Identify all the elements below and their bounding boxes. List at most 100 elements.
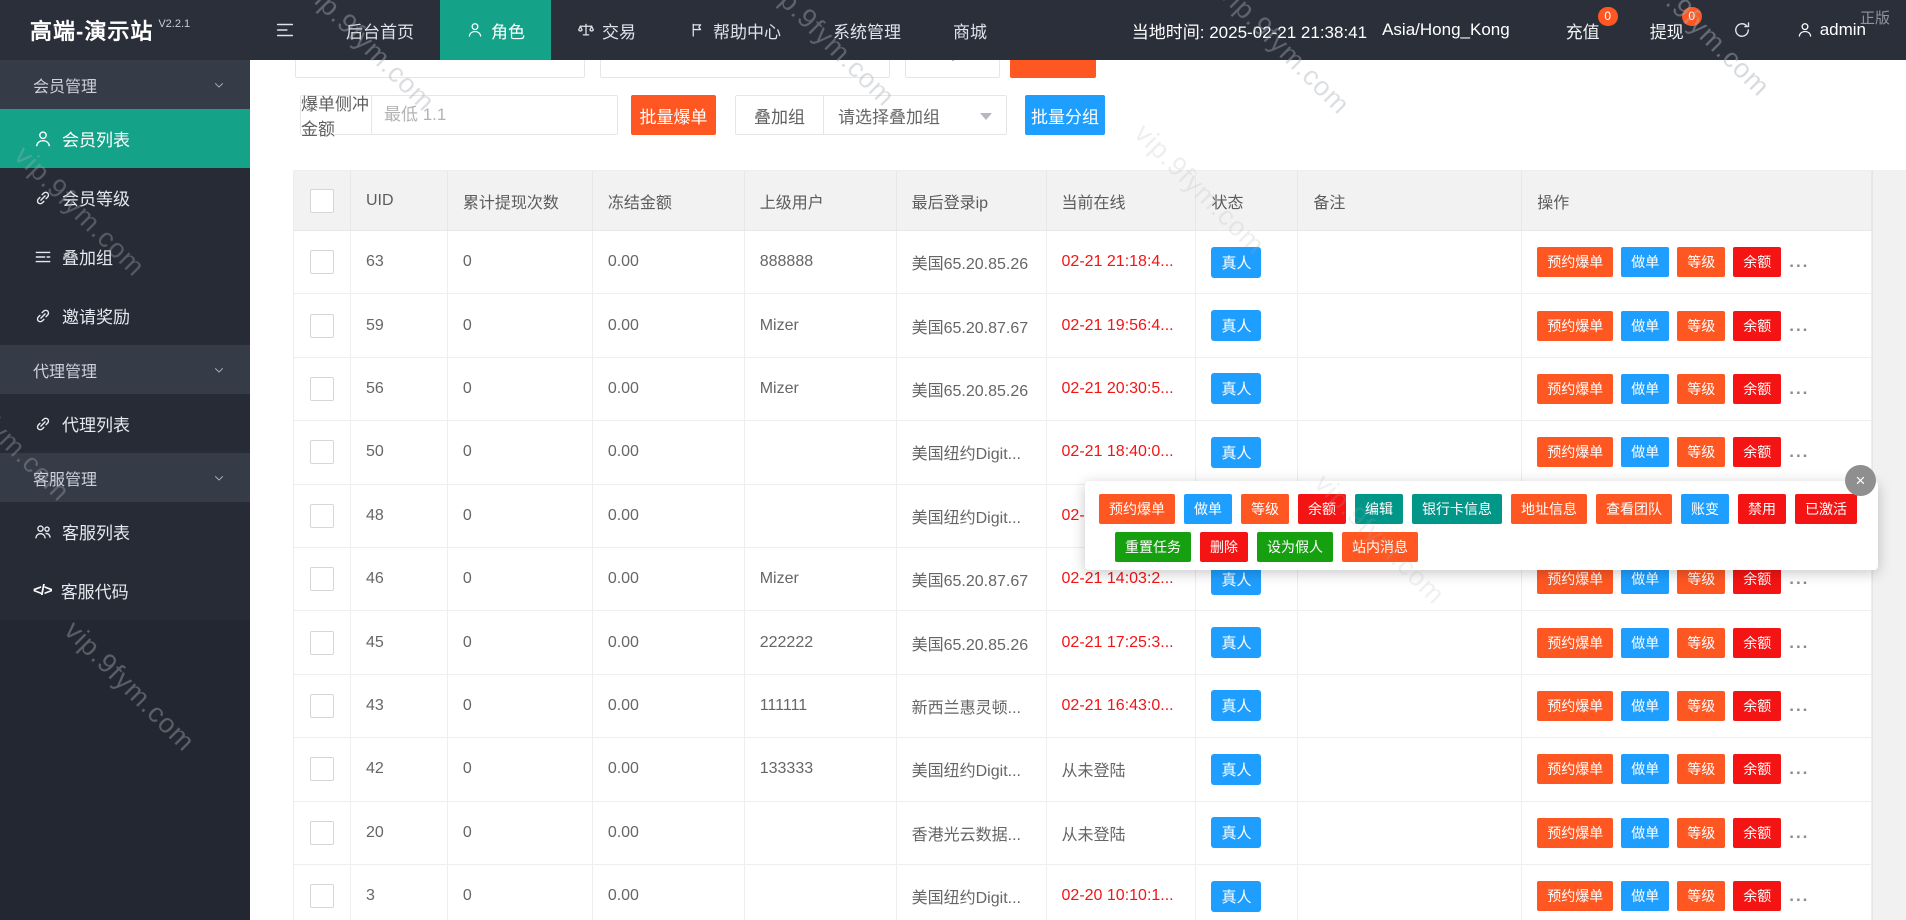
sidebar-item-2[interactable]: 会员等级 bbox=[0, 168, 250, 227]
row-action-button-0[interactable]: 预约爆单 bbox=[1537, 628, 1613, 658]
nav-item-4[interactable]: 系统管理 bbox=[807, 0, 927, 60]
row-action-button-3[interactable]: 余额 bbox=[1733, 818, 1781, 848]
nav-item-2[interactable]: 交易 bbox=[551, 0, 662, 60]
popup-action-button-0-3[interactable]: 余额 bbox=[1298, 494, 1346, 524]
sidebar-group-5[interactable]: 代理管理 bbox=[0, 345, 250, 394]
sidebar-item-9[interactable]: </>客服代码 bbox=[0, 561, 250, 620]
recharge-menu[interactable]: 充值 0 bbox=[1566, 18, 1600, 43]
nav-item-1[interactable]: 角色 bbox=[440, 0, 551, 60]
sidebar-group-7[interactable]: 客服管理 bbox=[0, 453, 250, 502]
row-checkbox[interactable] bbox=[310, 377, 334, 401]
close-icon[interactable]: × bbox=[1845, 465, 1876, 496]
row-checkbox[interactable] bbox=[310, 567, 334, 591]
row-action-button-0[interactable]: 预约爆单 bbox=[1537, 691, 1613, 721]
row-action-button-2[interactable]: 等级 bbox=[1677, 628, 1725, 658]
row-more-actions[interactable]: ... bbox=[1789, 696, 1809, 716]
row-action-button-0[interactable]: 预约爆单 bbox=[1537, 881, 1613, 911]
row-checkbox[interactable] bbox=[310, 504, 334, 528]
row-action-button-2[interactable]: 等级 bbox=[1677, 818, 1725, 848]
sidebar-item-1[interactable]: 会员列表 bbox=[0, 109, 250, 168]
popup-action-button-0-1[interactable]: 做单 bbox=[1184, 494, 1232, 524]
row-action-button-3[interactable]: 余额 bbox=[1733, 437, 1781, 467]
row-action-button-2[interactable]: 等级 bbox=[1677, 754, 1725, 784]
batch-group-button[interactable]: 批量分组 bbox=[1025, 95, 1105, 135]
row-action-button-1[interactable]: 做单 bbox=[1621, 881, 1669, 911]
row-action-button-2[interactable]: 等级 bbox=[1677, 311, 1725, 341]
cell-withdraw_count: 0 bbox=[448, 675, 593, 738]
row-action-button-2[interactable]: 等级 bbox=[1677, 437, 1725, 467]
popup-action-button-1-2[interactable]: 设为假人 bbox=[1257, 532, 1333, 562]
row-checkbox[interactable] bbox=[310, 440, 334, 464]
row-checkbox[interactable] bbox=[310, 314, 334, 338]
row-action-button-3[interactable]: 余额 bbox=[1733, 881, 1781, 911]
row-action-button-1[interactable]: 做单 bbox=[1621, 311, 1669, 341]
row-checkbox[interactable] bbox=[310, 821, 334, 845]
row-action-button-2[interactable]: 等级 bbox=[1677, 374, 1725, 404]
row-action-button-3[interactable]: 余额 bbox=[1733, 628, 1781, 658]
row-more-actions[interactable]: ... bbox=[1789, 823, 1809, 843]
row-action-button-0[interactable]: 预约爆单 bbox=[1537, 374, 1613, 404]
popup-action-button-0-10[interactable]: 已激活 bbox=[1795, 494, 1857, 524]
row-action-button-0[interactable]: 预约爆单 bbox=[1537, 247, 1613, 277]
batch-burst-button[interactable]: 批量爆单 bbox=[631, 95, 716, 135]
row-more-actions[interactable]: ... bbox=[1789, 633, 1809, 653]
user-menu[interactable]: admin bbox=[1796, 20, 1866, 40]
row-action-button-0[interactable]: 预约爆单 bbox=[1537, 754, 1613, 784]
popup-action-button-0-4[interactable]: 编辑 bbox=[1355, 494, 1403, 524]
row-more-actions[interactable]: ... bbox=[1789, 569, 1809, 589]
row-checkbox[interactable] bbox=[310, 884, 334, 908]
row-action-button-1[interactable]: 做单 bbox=[1621, 754, 1669, 784]
row-action-button-1[interactable]: 做单 bbox=[1621, 374, 1669, 404]
sidebar-item-6[interactable]: 代理列表 bbox=[0, 394, 250, 453]
sidebar-toggle-button[interactable] bbox=[250, 0, 320, 60]
stack-group-select[interactable]: 请选择叠加组 bbox=[824, 96, 1006, 134]
popup-action-button-1-3[interactable]: 站内消息 bbox=[1342, 532, 1418, 562]
row-more-actions[interactable]: ... bbox=[1789, 442, 1809, 462]
refresh-button[interactable] bbox=[1732, 20, 1752, 40]
popup-action-button-0-7[interactable]: 查看团队 bbox=[1596, 494, 1672, 524]
nav-item-3[interactable]: 帮助中心 bbox=[662, 0, 807, 60]
burst-amount-input[interactable] bbox=[372, 96, 617, 134]
popup-action-button-1-1[interactable]: 删除 bbox=[1200, 532, 1248, 562]
popup-action-button-0-9[interactable]: 禁用 bbox=[1738, 494, 1786, 524]
row-more-actions[interactable]: ... bbox=[1789, 252, 1809, 272]
popup-action-button-0-8[interactable]: 账变 bbox=[1681, 494, 1729, 524]
row-more-actions[interactable]: ... bbox=[1789, 316, 1809, 336]
nav-item-0[interactable]: 后台首页 bbox=[320, 0, 440, 60]
popup-action-button-1-0[interactable]: 重置任务 bbox=[1115, 532, 1191, 562]
row-action-button-1[interactable]: 做单 bbox=[1621, 691, 1669, 721]
row-action-button-3[interactable]: 余额 bbox=[1733, 311, 1781, 341]
row-action-button-0[interactable]: 预约爆单 bbox=[1537, 818, 1613, 848]
row-action-button-3[interactable]: 余额 bbox=[1733, 374, 1781, 404]
row-action-button-3[interactable]: 余额 bbox=[1733, 754, 1781, 784]
row-checkbox[interactable] bbox=[310, 250, 334, 274]
row-action-button-2[interactable]: 等级 bbox=[1677, 247, 1725, 277]
row-action-button-1[interactable]: 做单 bbox=[1621, 818, 1669, 848]
row-checkbox[interactable] bbox=[310, 694, 334, 718]
popup-action-button-0-2[interactable]: 等级 bbox=[1241, 494, 1289, 524]
sidebar-item-4[interactable]: 邀请奖励 bbox=[0, 286, 250, 345]
row-more-actions[interactable]: ... bbox=[1789, 886, 1809, 906]
sidebar-item-3[interactable]: 叠加组 bbox=[0, 227, 250, 286]
row-action-button-1[interactable]: 做单 bbox=[1621, 247, 1669, 277]
popup-action-button-0-6[interactable]: 地址信息 bbox=[1511, 494, 1587, 524]
select-all-checkbox[interactable] bbox=[310, 189, 334, 213]
sidebar-item-8[interactable]: 客服列表 bbox=[0, 502, 250, 561]
withdraw-menu[interactable]: 提现 0 bbox=[1650, 18, 1684, 43]
row-checkbox[interactable] bbox=[310, 631, 334, 655]
row-action-button-3[interactable]: 余额 bbox=[1733, 691, 1781, 721]
row-action-button-1[interactable]: 做单 bbox=[1621, 437, 1669, 467]
row-action-button-0[interactable]: 预约爆单 bbox=[1537, 311, 1613, 341]
row-checkbox[interactable] bbox=[310, 757, 334, 781]
popup-action-button-0-5[interactable]: 银行卡信息 bbox=[1412, 494, 1502, 524]
row-more-actions[interactable]: ... bbox=[1789, 379, 1809, 399]
row-action-button-1[interactable]: 做单 bbox=[1621, 628, 1669, 658]
row-action-button-3[interactable]: 余额 bbox=[1733, 247, 1781, 277]
row-action-button-0[interactable]: 预约爆单 bbox=[1537, 437, 1613, 467]
row-more-actions[interactable]: ... bbox=[1789, 759, 1809, 779]
row-action-button-2[interactable]: 等级 bbox=[1677, 691, 1725, 721]
nav-item-5[interactable]: 商城 bbox=[927, 0, 1013, 60]
row-action-button-2[interactable]: 等级 bbox=[1677, 881, 1725, 911]
sidebar-group-0[interactable]: 会员管理 bbox=[0, 60, 250, 109]
popup-action-button-0-0[interactable]: 预约爆单 bbox=[1099, 494, 1175, 524]
